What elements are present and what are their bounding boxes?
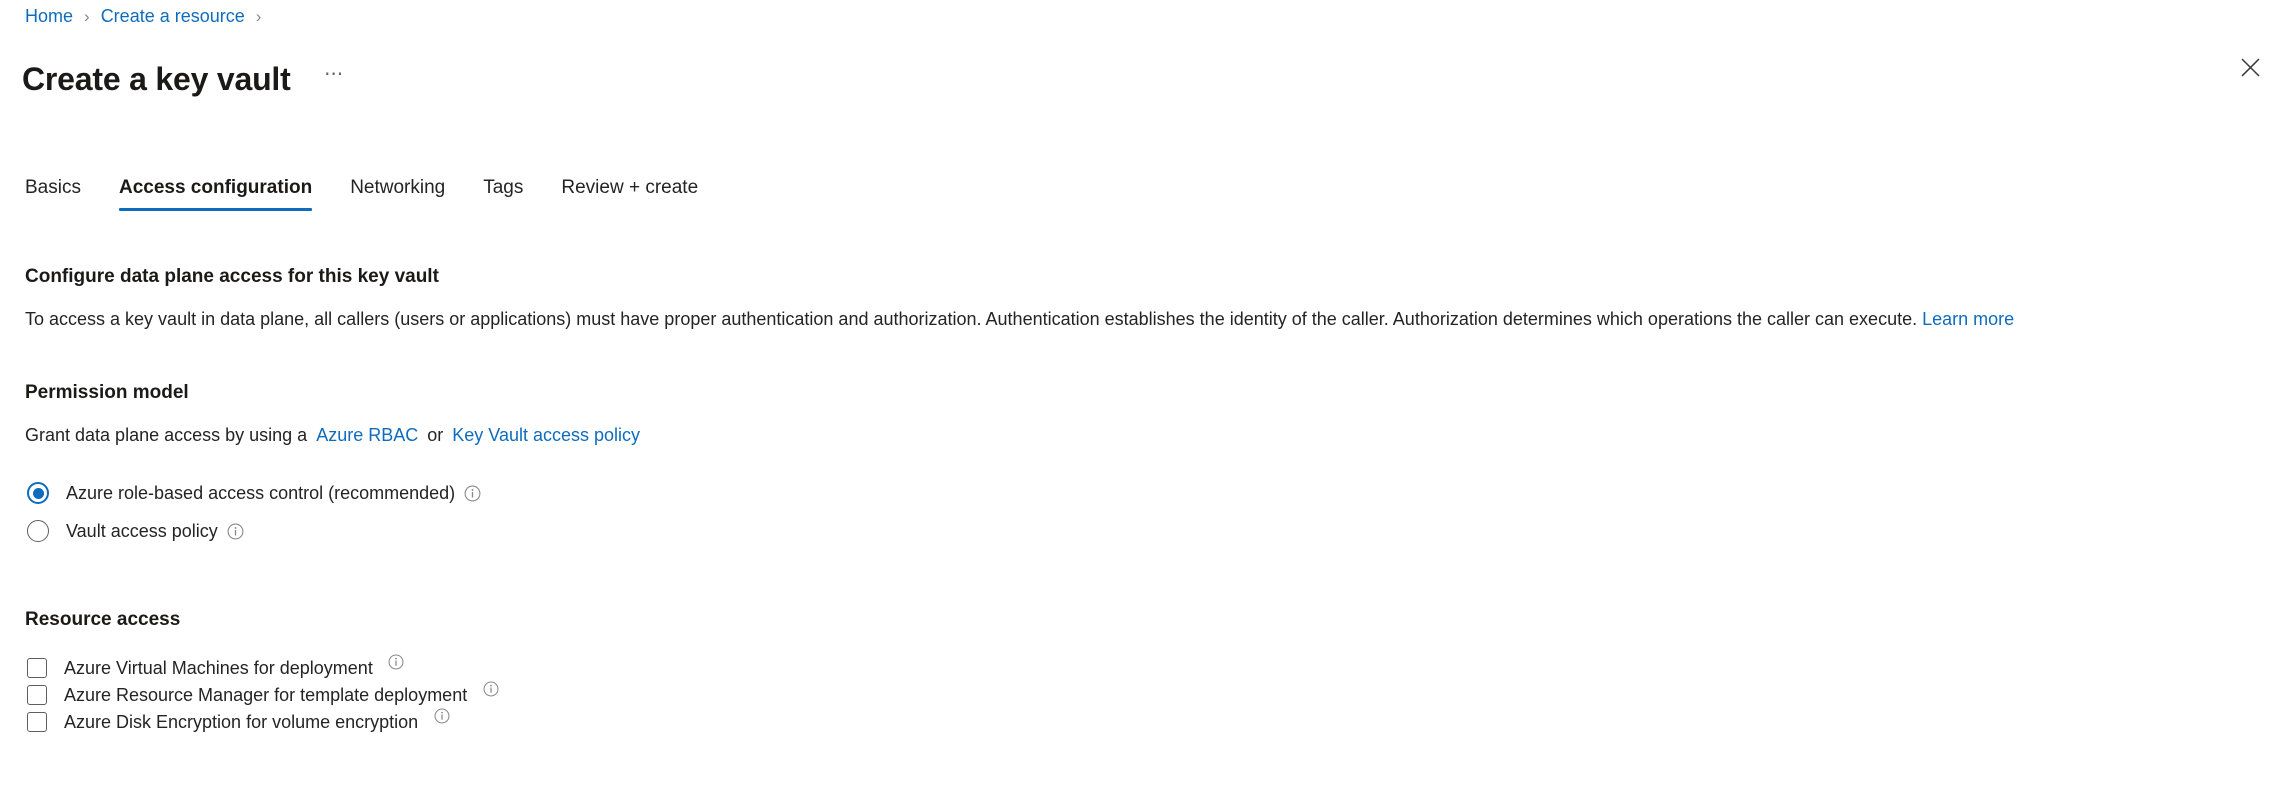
checkbox-indicator (27, 711, 47, 732)
key-vault-access-policy-link[interactable]: Key Vault access policy (452, 425, 640, 445)
configure-description-text: To access a key vault in data plane, all… (25, 309, 1918, 329)
checkbox-azure-resource-manager[interactable]: Azure Resource Manager for template depl… (25, 681, 499, 708)
permission-model-intro-prefix: Grant data plane access by using a (25, 425, 308, 445)
tab-bar: Basics Access configuration Networking T… (25, 165, 736, 211)
breadcrumb-separator-icon: › (84, 6, 90, 26)
form-content: Configure data plane access for this key… (25, 265, 2264, 735)
info-icon[interactable] (227, 523, 244, 540)
tab-tags[interactable]: Tags (483, 176, 523, 211)
permission-model-intro-middle: or (427, 425, 444, 445)
radio-label: Azure role-based access control (recomme… (66, 483, 456, 503)
more-options-button[interactable]: ⋯ (317, 62, 351, 96)
breadcrumb-item-home[interactable]: Home (25, 6, 73, 27)
info-icon[interactable] (482, 680, 499, 697)
checkbox-label: Azure Resource Manager for template depl… (64, 684, 468, 705)
checkbox-indicator (27, 684, 47, 705)
checkbox-azure-virtual-machines[interactable]: Azure Virtual Machines for deployment (25, 654, 405, 681)
radio-vault-access-policy[interactable]: Vault access policy (25, 512, 244, 550)
section-resource-access: Resource access Azure Virtual Machines f… (25, 608, 2264, 735)
permission-model-heading: Permission model (25, 382, 189, 403)
radio-indicator (27, 482, 49, 504)
radio-indicator (27, 520, 49, 542)
checkbox-azure-disk-encryption[interactable]: Azure Disk Encryption for volume encrypt… (25, 708, 450, 735)
page-title: Create a key vault (22, 61, 291, 98)
permission-model-radio-group: Azure role-based access control (recomme… (25, 474, 2264, 550)
checkbox-label: Azure Disk Encryption for volume encrypt… (64, 711, 419, 732)
tab-networking[interactable]: Networking (350, 176, 445, 211)
breadcrumb: Home › Create a resource › (25, 4, 272, 28)
permission-model-intro: Grant data plane access by using a Azure … (25, 423, 2264, 447)
checkbox-indicator (27, 657, 47, 678)
breadcrumb-separator-icon: › (255, 6, 262, 26)
section-permission-model: Permission model Grant data plane access… (25, 381, 2264, 550)
resource-access-checkbox-group: Azure Virtual Machines for deployment Az… (25, 654, 2264, 735)
close-button[interactable] (2231, 48, 2269, 86)
checkbox-label: Azure Virtual Machines for deployment (64, 657, 373, 678)
close-icon (2241, 58, 2260, 77)
breadcrumb-item-create-a-resource[interactable]: Create a resource (101, 6, 245, 27)
radio-label: Vault access policy (66, 521, 218, 541)
radio-azure-rbac[interactable]: Azure role-based access control (recomme… (25, 474, 481, 512)
configure-description: To access a key vault in data plane, all… (25, 307, 2264, 331)
section-configure-data-plane-access: Configure data plane access for this key… (25, 265, 2264, 331)
tab-review-create[interactable]: Review + create (561, 176, 698, 211)
tab-basics[interactable]: Basics (25, 176, 81, 211)
learn-more-link[interactable]: Learn more (1922, 309, 2014, 329)
title-row: Create a key vault ⋯ (22, 38, 351, 121)
resource-access-heading: Resource access (25, 609, 181, 630)
info-icon[interactable] (464, 485, 481, 502)
info-icon[interactable] (388, 653, 405, 670)
configure-heading: Configure data plane access for this key… (25, 266, 439, 287)
azure-rbac-link[interactable]: Azure RBAC (316, 425, 418, 445)
tab-access-configuration[interactable]: Access configuration (118, 176, 313, 211)
info-icon[interactable] (433, 707, 450, 724)
